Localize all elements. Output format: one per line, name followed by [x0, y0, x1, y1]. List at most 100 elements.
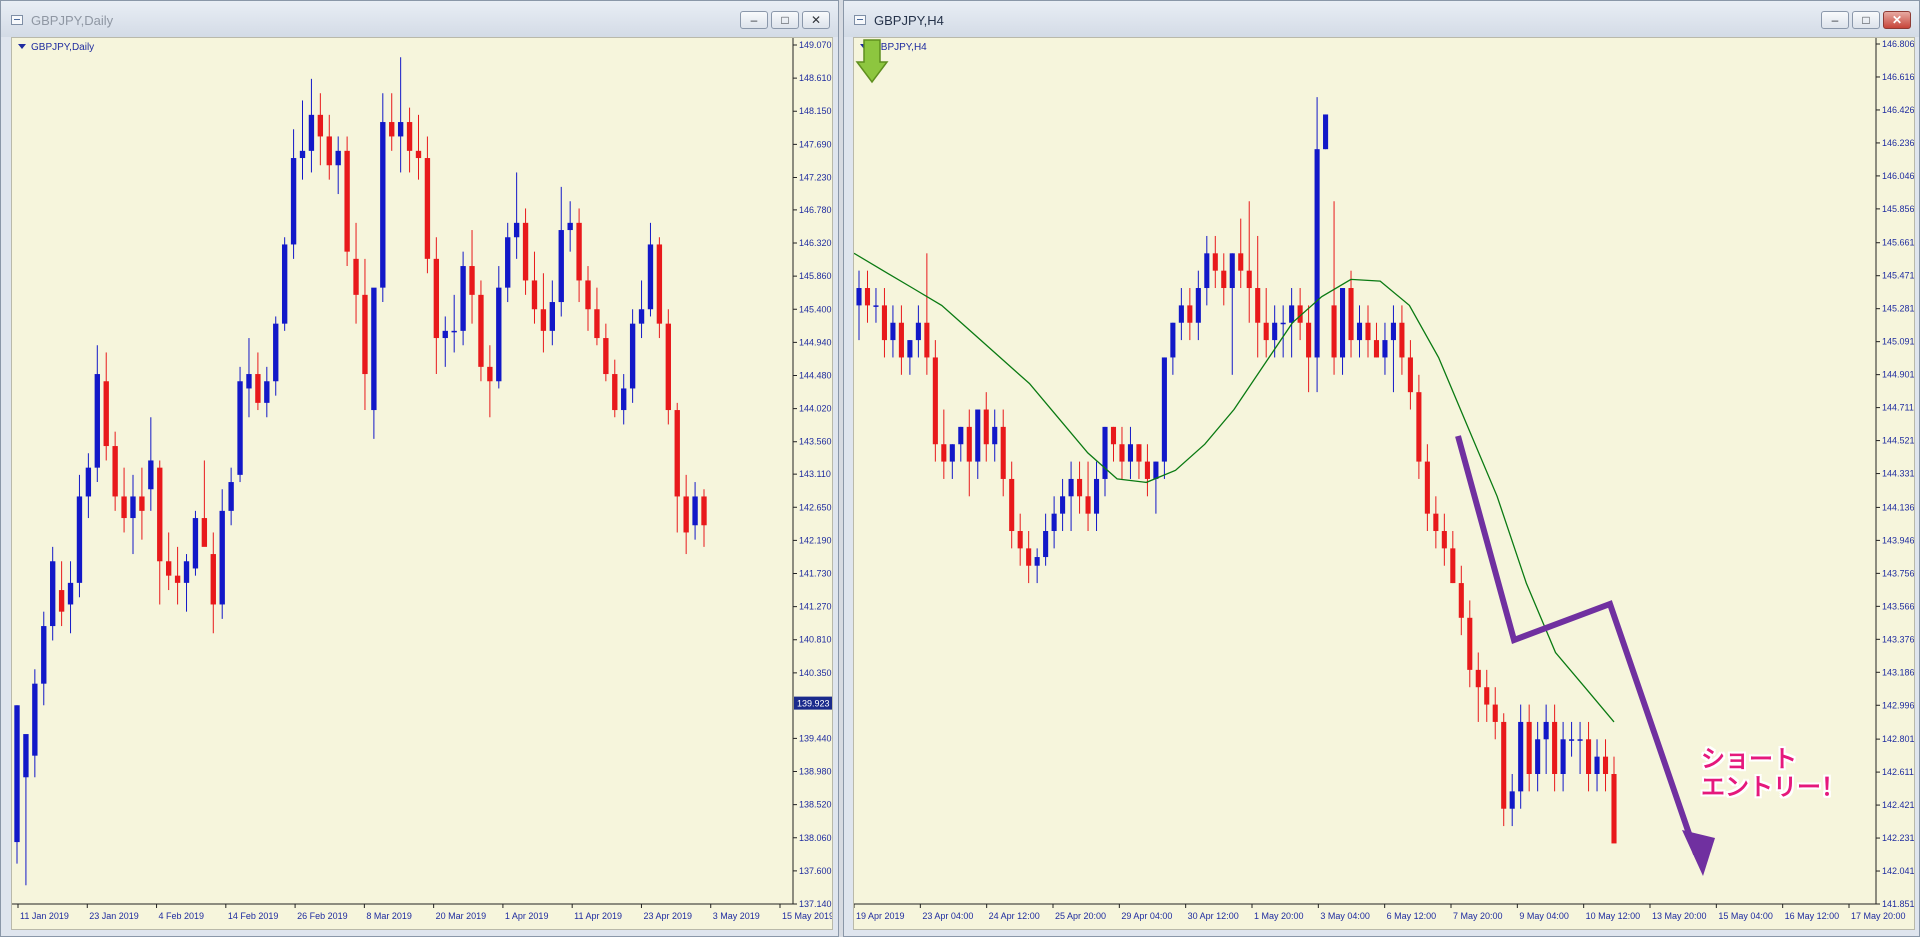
candle-body [1170, 322, 1176, 358]
time-tick-label: 10 May 12:00 [1586, 911, 1641, 921]
candle-body [932, 357, 938, 445]
candle-body [585, 280, 591, 310]
maximize-button[interactable]: □ [771, 11, 799, 29]
candle-body [531, 280, 538, 310]
candle-body [317, 114, 324, 137]
price-tick-label: 144.480 [799, 370, 832, 380]
price-tick-label: 143.110 [799, 469, 831, 479]
candle-body [1323, 114, 1329, 150]
candle-body [594, 309, 600, 339]
candle-body [389, 122, 395, 137]
window-daily[interactable]: GBPJPY,Daily ‒ □ ✕ 149.070 148.610 148.150… [0, 0, 839, 937]
price-tick-label: 141.270 [799, 602, 832, 612]
short-trade-arrow-path [1455, 435, 1699, 855]
candle-body [1026, 548, 1032, 566]
candle-body [1569, 739, 1575, 741]
time-tick-label: 7 May 20:00 [1453, 911, 1503, 921]
candle-body [1356, 322, 1363, 341]
candle-body [112, 446, 118, 497]
candle-body [540, 309, 547, 331]
price-tick-label: 140.350 [799, 668, 832, 678]
candle-body [966, 426, 972, 462]
maximize-button[interactable]: □ [1852, 11, 1880, 29]
candle-body [1017, 531, 1023, 549]
candle-body [881, 305, 887, 341]
candle-body [1077, 478, 1083, 497]
time-tick-label: 6 May 12:00 [1387, 911, 1437, 921]
price-tick-label: 141.851 [1882, 899, 1915, 909]
candle-body [924, 322, 930, 358]
candle-body [992, 426, 998, 445]
candle-body [424, 158, 431, 259]
minimize-button[interactable]: ‒ [740, 11, 768, 29]
candle-body [1110, 426, 1117, 445]
time-tick-label: 30 Apr 12:00 [1188, 911, 1239, 921]
titlebar-h4[interactable]: GBPJPY,H4 ‒ □ ✕ [844, 1, 1919, 37]
window-h4[interactable]: GBPJPY,H4 ‒ □ ✕ 146.806 146.616 146.426 146… [843, 0, 1920, 937]
price-tick-label: 138.520 [799, 800, 832, 810]
candle-body [1577, 739, 1583, 741]
candle-body [1373, 340, 1380, 358]
candle-body [890, 322, 896, 341]
candle-body [1144, 461, 1150, 479]
close-button[interactable]: ✕ [802, 11, 830, 29]
candle-body [958, 426, 964, 445]
candle-body [1034, 557, 1040, 566]
candle-body [1433, 513, 1439, 532]
candle-body [1365, 322, 1371, 341]
candle-body [335, 150, 341, 166]
price-tick-label: 138.060 [799, 833, 832, 843]
candle-body [1161, 357, 1167, 462]
candle-body [1289, 305, 1295, 323]
candle-body [576, 222, 582, 281]
candle-body [1484, 687, 1490, 705]
candle-body [983, 409, 989, 445]
time-tick-label: 9 May 04:00 [1519, 911, 1569, 921]
candle-body [1272, 322, 1278, 341]
time-tick-label: 16 May 12:00 [1785, 911, 1840, 921]
chart-area-daily[interactable]: 149.070 148.610 148.150 147.690 147.230 146.7… [11, 37, 833, 930]
candle-body [907, 340, 913, 358]
candle-body [1000, 426, 1006, 479]
price-tick-label: 137.600 [799, 866, 832, 876]
candle-body [1348, 288, 1354, 341]
price-tick-label: 146.426 [1882, 105, 1915, 115]
candle-body [898, 322, 904, 358]
price-tick-label: 145.860 [799, 271, 832, 281]
candle-body [415, 150, 422, 159]
time-tick-label: 14 Feb 2019 [228, 911, 279, 921]
price-tick-label: 147.230 [799, 172, 832, 182]
candle-body [1229, 253, 1235, 289]
candle-body [1399, 322, 1405, 358]
candle-body [433, 258, 440, 339]
candle-body [1195, 288, 1201, 323]
time-tick-label: 29 Apr 04:00 [1121, 911, 1172, 921]
candle-body [1450, 548, 1456, 584]
candle-body [50, 561, 56, 627]
candle-body [478, 294, 484, 367]
candle-body [1535, 739, 1541, 775]
down-arrow-shape [855, 39, 889, 84]
time-tick-label: 15 May 04:00 [1718, 911, 1773, 921]
time-tick-label: 11 Jan 2019 [20, 911, 69, 921]
candle-body [14, 705, 20, 843]
chart-area-h4[interactable]: 146.806 146.616 146.426 146.236 146.046 145.8… [853, 37, 1915, 930]
candle-body [873, 305, 879, 307]
candle-body [1178, 305, 1184, 323]
candle-body [1552, 721, 1558, 775]
time-tick-label: 13 May 20:00 [1652, 911, 1707, 921]
titlebar-daily[interactable]: GBPJPY,Daily ‒ □ ✕ [1, 1, 838, 37]
candle-body [148, 460, 154, 490]
candle-body [1102, 426, 1108, 479]
candle-body [1467, 617, 1473, 670]
close-button[interactable]: ✕ [1883, 11, 1911, 29]
candle-body [1187, 305, 1193, 323]
candle-body [1314, 149, 1320, 358]
window-title-h4: GBPJPY,H4 [874, 13, 944, 28]
candle-body [1280, 322, 1286, 325]
minimize-button[interactable]: ‒ [1821, 11, 1849, 29]
candle-body [1238, 253, 1244, 271]
candle-body [1416, 392, 1422, 462]
candle-body [701, 496, 707, 526]
candle-body [210, 554, 216, 605]
